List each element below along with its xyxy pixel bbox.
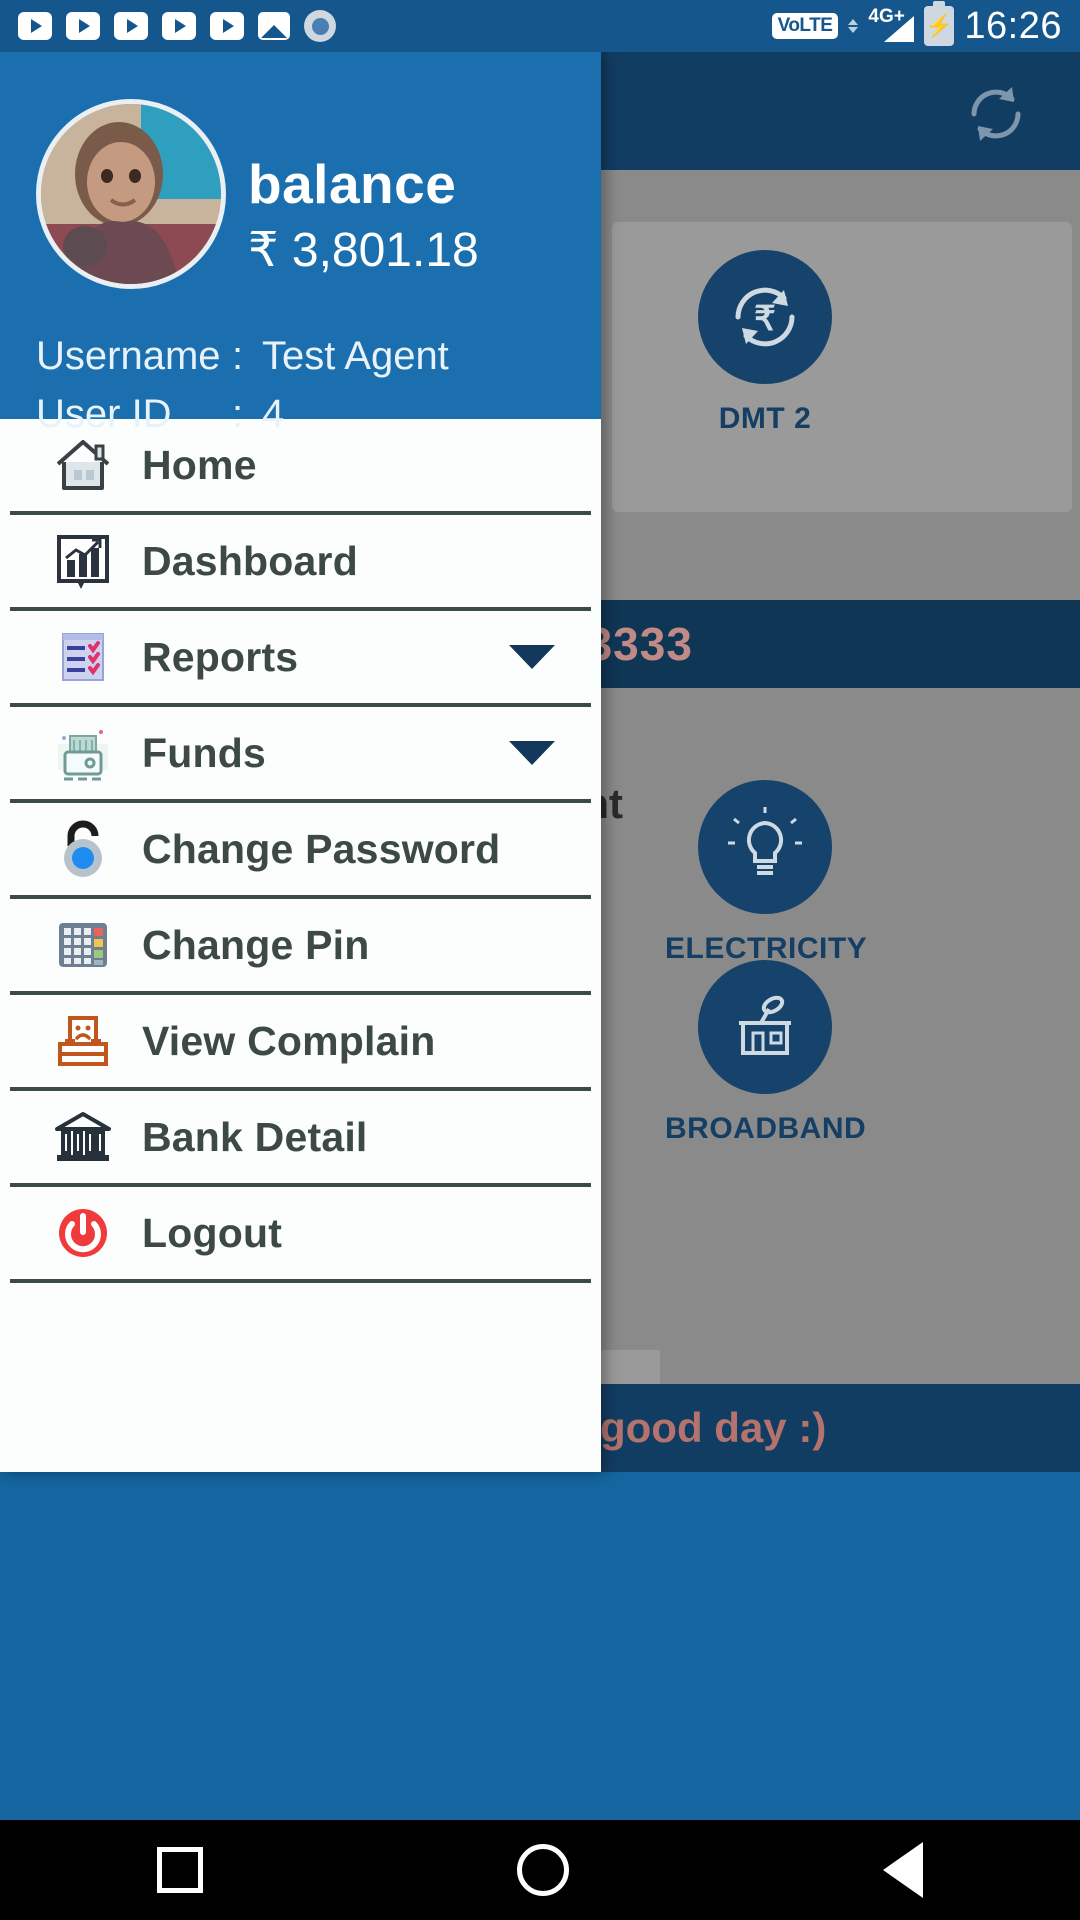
padlock-icon [50, 816, 116, 882]
money-transfer-icon: ₹ [698, 250, 832, 384]
service-label: BROADBAND [665, 1112, 867, 1145]
status-clock: 16:26 [964, 4, 1062, 47]
footer-text: good day :) [600, 1404, 827, 1451]
youtube-icon [114, 12, 148, 40]
refresh-icon[interactable] [964, 82, 1028, 146]
chevron-down-icon[interactable] [509, 741, 555, 765]
balance-amount: ₹ 3,801.18 [248, 224, 479, 277]
record-icon [304, 10, 336, 42]
system-nav-bar [0, 1820, 1080, 1920]
signal-icon: 4G+ [868, 6, 915, 44]
keypad-icon [50, 912, 116, 978]
navigation-drawer: balance ₹ 3,801.18 Username : Test Agent… [0, 52, 601, 1472]
home-button-icon[interactable] [517, 1844, 569, 1896]
youtube-icon [162, 12, 196, 40]
bank-icon [50, 1104, 116, 1170]
back-button-icon[interactable] [883, 1842, 923, 1898]
youtube-icon [18, 12, 52, 40]
menu-item-view-complain[interactable]: View Complain [10, 995, 591, 1091]
chart-icon [50, 528, 116, 594]
username-label: Username [36, 334, 221, 378]
menu-item-label: Bank Detail [142, 1113, 368, 1160]
menu-item-label: Funds [142, 729, 266, 776]
image-icon [258, 12, 290, 40]
menu-item-label: Home [142, 441, 257, 488]
menu-item-change-password[interactable]: Change Password [10, 803, 591, 899]
data-activity-icon [848, 19, 859, 33]
menu-item-funds[interactable]: Funds [10, 707, 591, 803]
youtube-icon [210, 12, 244, 40]
username-colon: : [232, 334, 244, 378]
bulb-icon [698, 780, 832, 914]
status-notification-icons [18, 10, 772, 42]
avatar[interactable] [36, 99, 226, 289]
service-broadband[interactable]: BROADBAND [665, 960, 867, 1146]
menu-item-label: Change Pin [142, 921, 370, 968]
drawer-empty-space [0, 1283, 601, 1472]
service-dmt2[interactable]: ₹ DMT 2 [665, 250, 865, 436]
menu-item-label: View Complain [142, 1017, 436, 1064]
menu-item-dashboard[interactable]: Dashboard [10, 515, 591, 611]
broadband-icon [698, 960, 832, 1094]
menu-item-label: Dashboard [142, 537, 358, 584]
menu-item-bank-detail[interactable]: Bank Detail [10, 1091, 591, 1187]
recent-apps-icon[interactable] [157, 1847, 203, 1893]
menu-item-label: Reports [142, 633, 299, 680]
menu-item-home[interactable]: Home [10, 419, 591, 515]
status-system-icons: VoLTE 4G+ ⚡ 16:26 [771, 1, 1062, 48]
menu-item-change-pin[interactable]: Change Pin [10, 899, 591, 995]
drawer-menu-list: Home Dashboard Reports Funds Change Pass… [0, 419, 601, 1472]
service-label: DMT 2 [718, 402, 812, 435]
checklist-icon [50, 624, 116, 690]
wallet-cash-icon [50, 720, 116, 786]
menu-item-label: Logout [142, 1209, 283, 1256]
account-title: balance [248, 153, 457, 215]
menu-item-reports[interactable]: Reports [10, 611, 591, 707]
volte-icon: VoLTE [771, 13, 839, 39]
home-icon [50, 432, 116, 498]
drawer-header: balance ₹ 3,801.18 Username : Test Agent… [0, 52, 601, 436]
menu-item-logout[interactable]: Logout [10, 1187, 591, 1283]
menu-item-label: Change Password [142, 825, 501, 872]
service-electricity[interactable]: ELECTRICITY [665, 780, 867, 966]
battery-charging-icon: ⚡ [924, 1, 955, 46]
youtube-icon [66, 12, 100, 40]
status-bar: VoLTE 4G+ ⚡ 16:26 [0, 0, 1080, 52]
power-icon [50, 1200, 116, 1266]
complaint-box-icon [50, 1008, 116, 1074]
chevron-down-icon[interactable] [509, 645, 555, 669]
username-value: Test Agent [262, 334, 449, 378]
svg-text:₹: ₹ [754, 300, 776, 338]
username-row: Username : Test Agent [36, 334, 449, 379]
